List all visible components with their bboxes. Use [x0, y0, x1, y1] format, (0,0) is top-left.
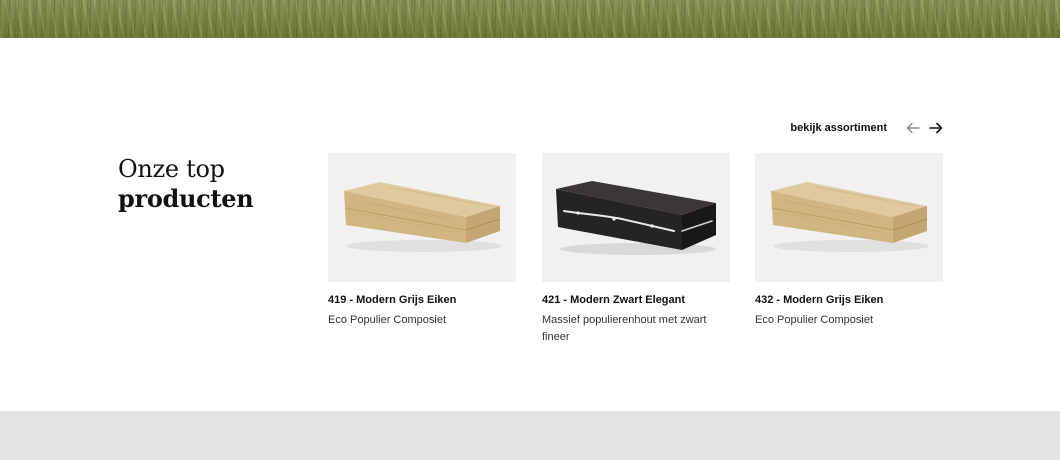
- hero-image-strip: [0, 0, 1060, 38]
- product-subtitle: Eco Populier Composiet: [328, 314, 447, 326]
- product-subtitle: Massief populierenhout met zwart fineer: [542, 314, 707, 343]
- section-title-line1: Onze top: [118, 155, 225, 183]
- product-image-coffin-oak[interactable]: [328, 153, 516, 282]
- section-title-line2: producten: [118, 184, 254, 213]
- product-card[interactable]: 421 - Modern Zwart Elegant Massief popul…: [542, 153, 730, 346]
- product-image-coffin-oak[interactable]: [755, 153, 943, 282]
- section-title: Onze top producten: [118, 154, 298, 214]
- view-assortment-link[interactable]: bekijk assortiment: [790, 122, 887, 134]
- product-card[interactable]: 419 - Modern Grijs Eiken Eco Populier Co…: [328, 153, 516, 329]
- arrow-left-icon[interactable]: [905, 120, 921, 136]
- product-title[interactable]: 432 - Modern Grijs Eiken: [755, 293, 943, 307]
- product-image-coffin-black[interactable]: [542, 153, 730, 282]
- product-card[interactable]: 432 - Modern Grijs Eiken Eco Populier Co…: [755, 153, 943, 329]
- product-title[interactable]: 421 - Modern Zwart Elegant: [542, 293, 730, 307]
- product-title[interactable]: 419 - Modern Grijs Eiken: [328, 293, 516, 307]
- product-subtitle: Eco Populier Composiet: [755, 314, 874, 326]
- footer-band: [0, 411, 1060, 460]
- arrow-right-icon[interactable]: [928, 120, 944, 136]
- carousel-nav: bekijk assortiment: [790, 119, 944, 137]
